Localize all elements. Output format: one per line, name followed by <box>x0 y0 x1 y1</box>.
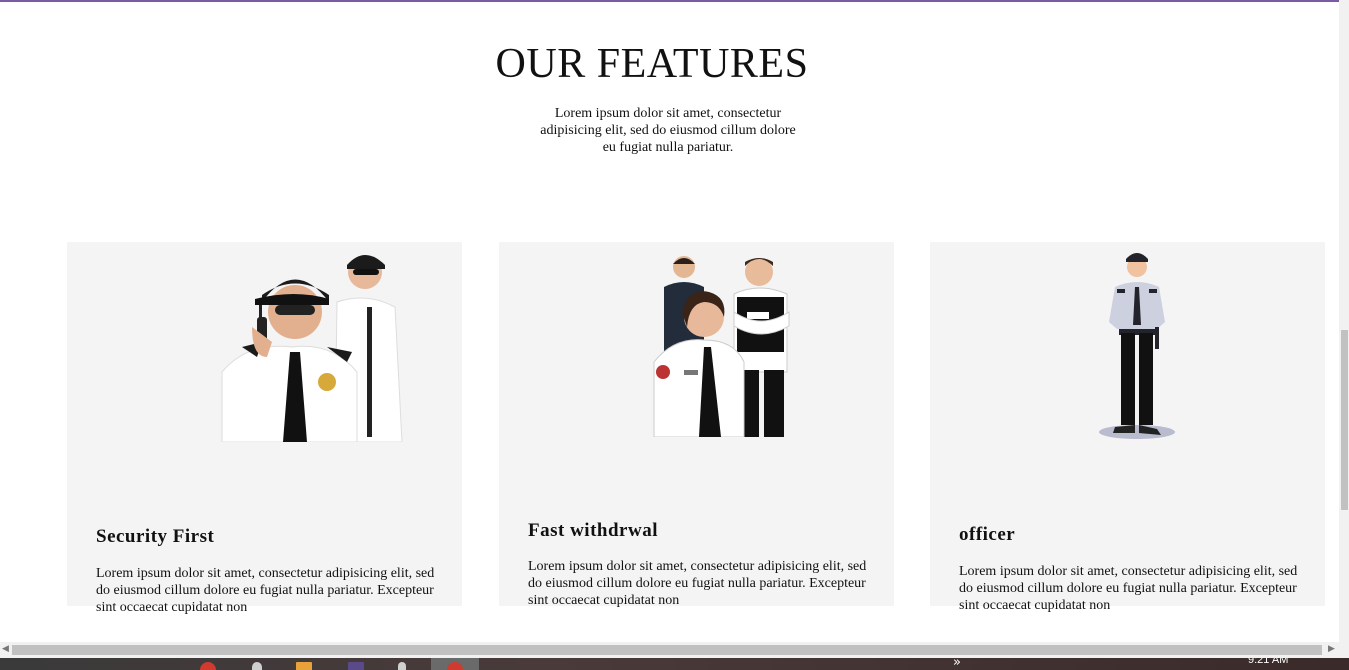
feature-card-security: Security First Lorem ipsum dolor sit ame… <box>67 242 462 615</box>
scroll-right-arrow-icon[interactable]: ▶ <box>1328 644 1335 654</box>
taskbar: » 9:21 AM <box>0 658 1349 670</box>
feature-card-withdrawal: Fast withdrwal Lorem ipsum dolor sit ame… <box>499 242 894 608</box>
scrollbar-corner <box>1339 642 1349 658</box>
vertical-scrollbar[interactable] <box>1339 0 1349 642</box>
taskbar-active-app[interactable] <box>431 658 479 670</box>
card-heading: Security First <box>96 526 215 547</box>
taskbar-app-icon[interactable] <box>200 662 216 670</box>
taskbar-clock[interactable]: 9:21 AM <box>1248 658 1288 666</box>
taskbar-app-icon[interactable] <box>348 662 364 670</box>
taskbar-overflow-chevron[interactable]: » <box>953 658 961 670</box>
section-intro: Lorem ipsum dolor sit amet, consectetur … <box>540 106 796 155</box>
vertical-scrollbar-thumb[interactable] <box>1341 330 1348 510</box>
card-heading: Fast withdrwal <box>528 520 658 541</box>
taskbar-app-icon[interactable] <box>252 662 262 670</box>
taskbar-app-icon[interactable] <box>296 662 312 670</box>
scroll-left-arrow-icon[interactable]: ◀ <box>2 644 9 654</box>
feature-card-officer: officer Lorem ipsum dolor sit amet, cons… <box>930 242 1325 613</box>
card-text: Lorem ipsum dolor sit amet, consectetur … <box>96 566 435 615</box>
horizontal-scrollbar[interactable]: ◀ ▶ <box>0 642 1339 658</box>
security-guards-image <box>221 255 403 442</box>
section-title: OUR FEATURES <box>495 41 809 87</box>
card-heading: officer <box>959 524 1016 545</box>
officer-illustration <box>1099 253 1175 439</box>
card-text: Lorem ipsum dolor sit amet, consectetur … <box>528 559 867 608</box>
browser-icon <box>447 662 463 670</box>
taskbar-app-icon[interactable] <box>398 662 406 670</box>
card-text: Lorem ipsum dolor sit amet, consectetur … <box>959 564 1298 613</box>
horizontal-scrollbar-thumb[interactable] <box>12 645 1322 655</box>
security-team-image <box>653 256 790 437</box>
page-content: OUR FEATURES Lorem ipsum dolor sit amet,… <box>0 2 1339 642</box>
